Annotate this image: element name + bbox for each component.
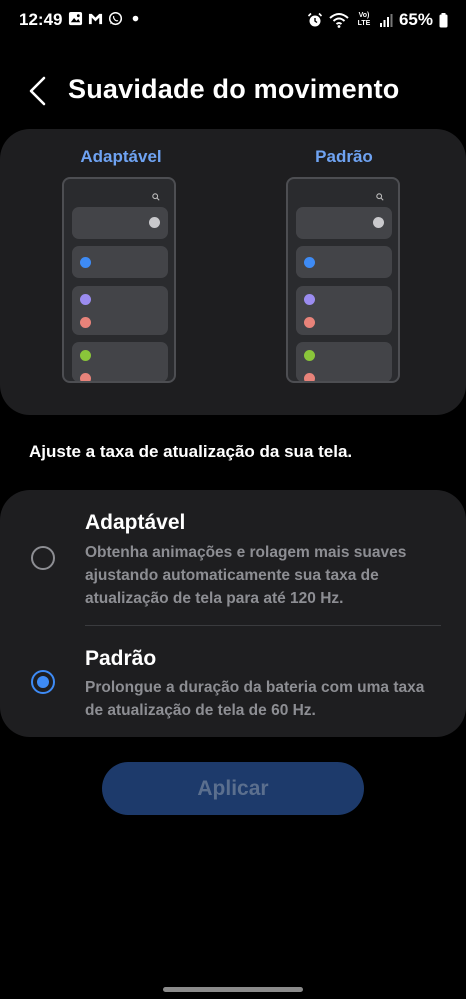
- mock-row: [72, 286, 168, 335]
- mock-row: [72, 342, 168, 381]
- radio-button-standard[interactable]: [31, 670, 55, 694]
- back-button[interactable]: [22, 74, 56, 108]
- status-bar: 12:49 Vo) LTE 65%: [0, 0, 466, 40]
- home-gesture-bar[interactable]: [163, 987, 303, 992]
- option-adaptive[interactable]: Adaptável Obtenha animações e rolagem ma…: [0, 505, 466, 620]
- preview-standard: Padrão: [269, 147, 419, 167]
- signal-icon: [379, 14, 393, 27]
- phone-mockup-standard: [286, 177, 400, 383]
- mock-row: [296, 286, 392, 335]
- preview-card: Adaptável Padrão: [0, 129, 466, 415]
- preview-label-adaptive: Adaptável: [80, 147, 162, 166]
- phone-mockup-adaptive: [62, 177, 176, 383]
- gmail-icon: [88, 13, 103, 25]
- notification-icons: [68, 11, 143, 26]
- battery-percent: 65%: [398, 10, 433, 29]
- dot-icon: [132, 15, 139, 22]
- whatsapp-icon: [108, 11, 123, 26]
- option-title-adaptive: Adaptável: [85, 511, 186, 534]
- search-icon: [152, 193, 160, 201]
- option-standard[interactable]: Padrão Prolongue a duração da bateria co…: [0, 640, 466, 730]
- mock-row: [296, 246, 392, 278]
- preview-adaptive: Adaptável: [46, 147, 196, 167]
- volte-icon: Vo) LTE: [357, 12, 371, 27]
- radio-selected-dot: [37, 676, 49, 688]
- battery-icon: [439, 12, 448, 27]
- mock-row: [72, 246, 168, 278]
- wifi-icon: [329, 13, 349, 28]
- search-icon: [376, 193, 384, 201]
- radio-button-adaptive[interactable]: [31, 546, 55, 570]
- option-description-standard: Prolongue a duração da bateria com uma t…: [85, 679, 425, 719]
- mock-row: [296, 342, 392, 381]
- alarm-icon: [307, 12, 323, 27]
- option-description-adaptive: Obtenha animações e rolagem mais suaves …: [85, 544, 407, 607]
- divider: [85, 625, 441, 626]
- app-bar: Suavidade do movimento: [0, 60, 466, 122]
- apply-button[interactable]: Aplicar: [102, 762, 364, 815]
- mock-row: [296, 207, 392, 239]
- section-description: Ajuste a taxa de atualização da sua tela…: [29, 442, 353, 461]
- status-time: 12:49: [19, 10, 63, 29]
- option-title-standard: Padrão: [85, 647, 157, 670]
- mock-row: [72, 207, 168, 239]
- gallery-icon: [68, 11, 83, 26]
- preview-label-standard: Padrão: [315, 147, 373, 166]
- page-title: Suavidade do movimento: [68, 74, 400, 104]
- system-icons: Vo) LTE 65%: [307, 10, 448, 30]
